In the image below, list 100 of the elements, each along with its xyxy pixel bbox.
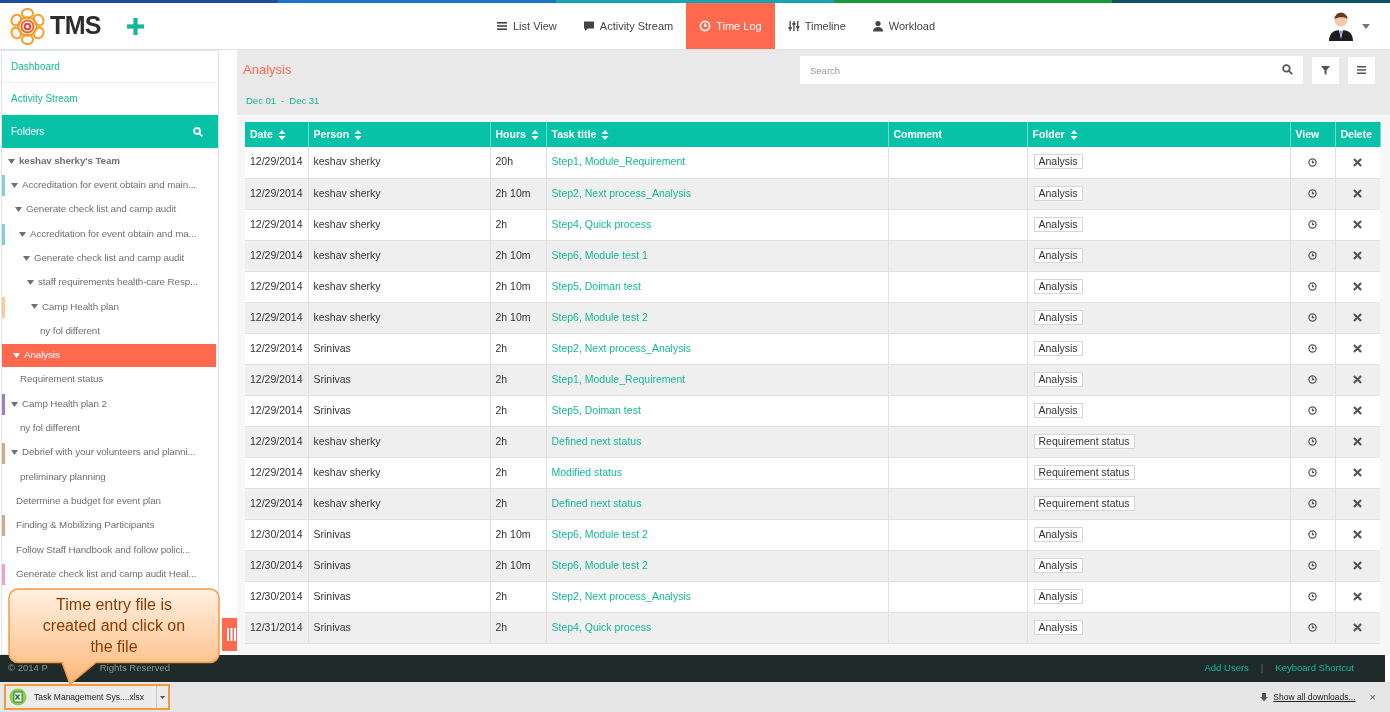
folder-tree-item[interactable]: preliminary planning bbox=[2, 465, 216, 489]
clock-icon[interactable] bbox=[1308, 530, 1317, 540]
clock-icon[interactable] bbox=[1308, 158, 1317, 168]
folder-tag: Requirement status bbox=[1033, 495, 1135, 511]
delete-icon[interactable] bbox=[1353, 623, 1363, 633]
clock-icon[interactable] bbox=[1308, 592, 1317, 602]
delete-icon[interactable] bbox=[1353, 561, 1363, 571]
task-link[interactable]: Step4, Quick process bbox=[551, 217, 652, 230]
spreadsheet-file-icon bbox=[9, 688, 27, 706]
delete-icon[interactable] bbox=[1353, 220, 1363, 230]
clock-icon[interactable] bbox=[1308, 375, 1317, 385]
caret-down-icon[interactable] bbox=[1362, 23, 1370, 29]
download-file-name: Task Management Sys....xlsx bbox=[34, 690, 145, 704]
folder-tree-item[interactable]: Analysis bbox=[2, 344, 216, 367]
folder-tree-item[interactable]: ny fol different bbox=[2, 319, 216, 343]
column-header[interactable]: Task title bbox=[546, 122, 888, 147]
user-icon bbox=[871, 20, 884, 32]
folder-tree-item[interactable]: keshav sherky's Team bbox=[2, 149, 216, 173]
clock-icon[interactable] bbox=[1308, 220, 1317, 230]
folder-tree-item[interactable]: Finding & Mobilizing Participants bbox=[2, 514, 216, 538]
date-to[interactable]: Dec 31 bbox=[289, 94, 320, 109]
task-link[interactable]: Step6, Module test 2 bbox=[551, 310, 648, 323]
task-link[interactable]: Step1, Module_Requirement bbox=[551, 372, 686, 385]
add-users-link[interactable]: Add Users bbox=[1204, 661, 1249, 676]
column-header[interactable]: Folder bbox=[1027, 122, 1290, 147]
folder-tree-item[interactable]: Camp Health plan bbox=[2, 295, 216, 319]
task-link[interactable]: Step1, Module_Requirement bbox=[551, 155, 686, 168]
task-link[interactable]: Modified status bbox=[551, 465, 623, 478]
delete-icon[interactable] bbox=[1353, 313, 1363, 323]
delete-icon[interactable] bbox=[1353, 375, 1363, 385]
date-from[interactable]: Dec 01 bbox=[246, 94, 277, 109]
column-header[interactable]: Date bbox=[245, 122, 308, 147]
nav-tab[interactable]: Workload bbox=[858, 3, 949, 49]
nav-tab[interactable]: Time Log bbox=[686, 3, 775, 49]
folder-tree-item[interactable]: Generate check list and camp audit Heal... bbox=[2, 562, 216, 586]
folder-tag: Analysis bbox=[1033, 340, 1083, 356]
clock-icon[interactable] bbox=[1308, 561, 1317, 571]
delete-icon[interactable] bbox=[1353, 592, 1363, 602]
task-link[interactable]: Defined next status bbox=[551, 496, 642, 509]
task-link[interactable]: Step6, Module test 2 bbox=[551, 558, 648, 571]
close-button[interactable]: × bbox=[1369, 691, 1376, 703]
delete-icon[interactable] bbox=[1353, 251, 1363, 261]
delete-icon[interactable] bbox=[1353, 189, 1363, 199]
sidebar-link[interactable]: Dashboard bbox=[2, 51, 218, 83]
column-header: Delete bbox=[1335, 122, 1380, 147]
caret-down-icon[interactable] bbox=[160, 695, 166, 699]
clock-icon[interactable] bbox=[1308, 468, 1317, 478]
folder-tree-item[interactable]: Accreditation for event obtain and main... bbox=[2, 173, 216, 197]
nav-tab[interactable]: Activity Stream bbox=[569, 3, 687, 49]
clock-icon[interactable] bbox=[1308, 437, 1317, 447]
column-header[interactable]: Person bbox=[308, 122, 490, 147]
delete-icon[interactable] bbox=[1353, 282, 1363, 292]
task-link[interactable]: Step5, Doiman test bbox=[551, 279, 641, 292]
task-link[interactable]: Step5, Doiman test bbox=[551, 403, 641, 416]
folder-tree-item[interactable]: Follow Staff Handbook and follow polici... bbox=[2, 538, 216, 562]
folder-tree-item[interactable]: Generate check list and camp audit bbox=[2, 246, 216, 270]
delete-icon[interactable] bbox=[1353, 437, 1363, 447]
clock-icon[interactable] bbox=[1308, 499, 1317, 509]
nav-tab[interactable]: Timeline bbox=[774, 3, 859, 49]
clock-icon[interactable] bbox=[1308, 189, 1317, 199]
download-item[interactable]: Task Management Sys....xlsx bbox=[4, 684, 171, 710]
delete-icon[interactable] bbox=[1353, 499, 1363, 509]
folder-tree-item[interactable]: Camp Health plan 2 bbox=[2, 392, 216, 416]
delete-icon[interactable] bbox=[1353, 406, 1363, 416]
folder-tree-item[interactable]: Determine a budget for event plan bbox=[2, 489, 216, 513]
search-field[interactable]: Search bbox=[800, 56, 1303, 84]
folder-tree-item[interactable]: Accreditation for event obtain and ma... bbox=[2, 222, 216, 246]
caret-down-icon bbox=[13, 353, 20, 358]
keyboard-shortcut-link[interactable]: Keyboard Shortcut bbox=[1275, 661, 1354, 676]
task-link[interactable]: Step6, Module test 2 bbox=[551, 527, 648, 540]
avatar-icon[interactable] bbox=[1328, 11, 1354, 41]
column-header[interactable]: Hours bbox=[490, 122, 546, 147]
folder-tree-item[interactable]: Requirement status bbox=[2, 368, 216, 392]
filter-button[interactable] bbox=[1312, 56, 1339, 84]
clock-icon[interactable] bbox=[1308, 282, 1317, 292]
folder-tree-item[interactable]: staff requirements health-care Resp... bbox=[2, 271, 216, 295]
task-link[interactable]: Step6, Module test 1 bbox=[551, 248, 648, 261]
clock-icon[interactable] bbox=[1308, 313, 1317, 323]
task-link[interactable]: Step2, Next process_Analysis bbox=[551, 341, 691, 354]
delete-icon[interactable] bbox=[1353, 158, 1363, 168]
delete-icon[interactable] bbox=[1353, 530, 1363, 540]
clock-icon[interactable] bbox=[1308, 623, 1317, 633]
show-all-downloads-link[interactable]: Show all downloads... bbox=[1273, 690, 1356, 704]
delete-icon[interactable] bbox=[1353, 344, 1363, 354]
table-cell: 2h bbox=[490, 395, 546, 426]
folder-tree-item[interactable]: Generate check list and camp audit bbox=[2, 198, 216, 222]
clock-icon[interactable] bbox=[1308, 406, 1317, 416]
table-cell: 12/29/2014 bbox=[245, 240, 308, 271]
clock-icon[interactable] bbox=[1308, 344, 1317, 354]
task-link[interactable]: Step2, Next process_Analysis bbox=[551, 589, 691, 602]
folder-tag: Analysis bbox=[1033, 402, 1083, 418]
delete-icon[interactable] bbox=[1353, 468, 1363, 478]
task-link[interactable]: Defined next status bbox=[551, 434, 642, 447]
nav-tab[interactable]: List View bbox=[483, 3, 570, 49]
task-link[interactable]: Step2, Next process_Analysis bbox=[551, 186, 691, 199]
folder-tree-item[interactable]: ny fol different bbox=[2, 416, 216, 440]
clock-icon[interactable] bbox=[1308, 251, 1317, 261]
folder-tree-item[interactable]: Debrief with your volunteers and planni... bbox=[2, 441, 216, 465]
menu-button[interactable] bbox=[1348, 56, 1375, 84]
task-link[interactable]: Step4, Quick process bbox=[551, 620, 652, 633]
